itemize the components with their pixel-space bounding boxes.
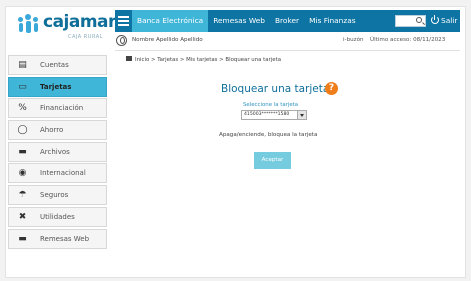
card-select[interactable]: 415003*******1580 xyxy=(241,110,307,120)
card-select-value: 415003*******1580 xyxy=(244,112,290,117)
logo-tagline: CAJA RURAL xyxy=(68,34,103,40)
home-icon[interactable] xyxy=(126,56,132,61)
sidebar-item-financiacion[interactable]: % Financiación xyxy=(8,98,107,119)
folder-icon: ▬ xyxy=(18,146,27,157)
user-name: Nombre Apellido Apellido xyxy=(132,37,203,43)
sidebar-item-label: Utilidades xyxy=(40,212,75,221)
accept-button[interactable]: Aceptar xyxy=(254,152,291,169)
last-access: Último acceso: 08/11/2023 xyxy=(370,37,446,43)
sidebar-item-label: Internacional xyxy=(40,169,86,178)
cajamar-logo[interactable]: cajamar CAJA RURAL xyxy=(18,10,116,48)
sidebar-item-label: Archivos xyxy=(40,147,70,156)
tab-remesas-web[interactable]: Remesas Web xyxy=(208,10,270,32)
percent-icon: % xyxy=(18,103,27,114)
folder-icon: ▬ xyxy=(18,233,27,244)
sidebar-item-label: Remesas Web xyxy=(40,234,90,243)
chevron-down-icon[interactable] xyxy=(297,111,306,119)
sidebar: ▤ Cuentas ▭ Tarjetas % Financiación ◯ Ah… xyxy=(8,55,107,250)
tools-icon: ✖ xyxy=(18,211,27,222)
tab-broker[interactable]: Broker xyxy=(270,10,304,32)
sidebar-item-utilidades[interactable]: ✖ Utilidades xyxy=(8,206,107,227)
piggy-bank-icon: ◯ xyxy=(17,125,28,136)
ibuzon-link[interactable]: i-buzón xyxy=(343,37,364,43)
page-title: Bloquear una tarjeta xyxy=(221,83,330,95)
tab-banca-electronica[interactable]: Banca Electrónica xyxy=(132,10,209,32)
tab-mis-finanzas[interactable]: Mis Finanzas xyxy=(304,10,361,32)
sidebar-item-internacional[interactable]: ◉ Internacional xyxy=(8,163,107,184)
sidebar-item-label: Seguros xyxy=(40,191,69,200)
power-icon xyxy=(431,15,439,24)
umbrella-icon: ☂ xyxy=(18,190,27,201)
sidebar-item-label: Cuentas xyxy=(40,61,69,69)
sidebar-item-seguros[interactable]: ☂ Seguros xyxy=(8,185,107,206)
ledger-icon: ▤ xyxy=(18,60,27,70)
user-avatar-icon[interactable] xyxy=(116,35,127,46)
search-input[interactable] xyxy=(395,15,426,27)
globe-icon: ◉ xyxy=(18,168,27,179)
logo-mark-icon xyxy=(18,14,40,34)
breadcrumb: Inicio > Tarjetas > Mis tarjetas > Bloqu… xyxy=(126,56,281,63)
user-bar: Nombre Apellido Apellido i-buzón Último … xyxy=(115,33,460,49)
card-select-label: Seleccione la tarjeta xyxy=(243,102,299,108)
sidebar-item-label: Ahorro xyxy=(40,126,64,135)
sidebar-item-tarjetas[interactable]: ▭ Tarjetas xyxy=(8,76,107,97)
sidebar-item-remesas-web[interactable]: ▬ Remesas Web xyxy=(8,228,107,249)
sidebar-item-label: Financiación xyxy=(40,104,84,113)
main-content: Inicio > Tarjetas > Mis tarjetas > Bloqu… xyxy=(115,50,460,270)
top-nav-tabs: Banca Electrónica Remesas Web Broker Mis… xyxy=(132,10,361,32)
sidebar-item-label: Tarjetas xyxy=(40,82,72,91)
card-icon: ▭ xyxy=(18,81,27,92)
logout-button[interactable]: Salir xyxy=(431,10,457,32)
search-icon[interactable] xyxy=(416,17,422,23)
description-text: Apaga/enciende, bloquea la tarjeta xyxy=(219,132,318,138)
help-icon[interactable]: ? xyxy=(325,82,338,95)
hamburger-menu-icon[interactable] xyxy=(115,10,132,32)
page-background: cajamar CAJA RURAL Banca Electrónica Rem… xyxy=(0,0,471,281)
sidebar-item-ahorro[interactable]: ◯ Ahorro xyxy=(8,120,107,141)
logo-wordmark: cajamar xyxy=(43,12,116,32)
breadcrumb-text[interactable]: Inicio > Tarjetas > Mis tarjetas > Bloqu… xyxy=(135,57,281,63)
sidebar-item-archivos[interactable]: ▬ Archivos xyxy=(8,141,107,162)
logout-label: Salir xyxy=(441,16,458,25)
sidebar-item-cuentas[interactable]: ▤ Cuentas xyxy=(8,55,107,75)
top-nav-bar: Banca Electrónica Remesas Web Broker Mis… xyxy=(115,10,460,32)
